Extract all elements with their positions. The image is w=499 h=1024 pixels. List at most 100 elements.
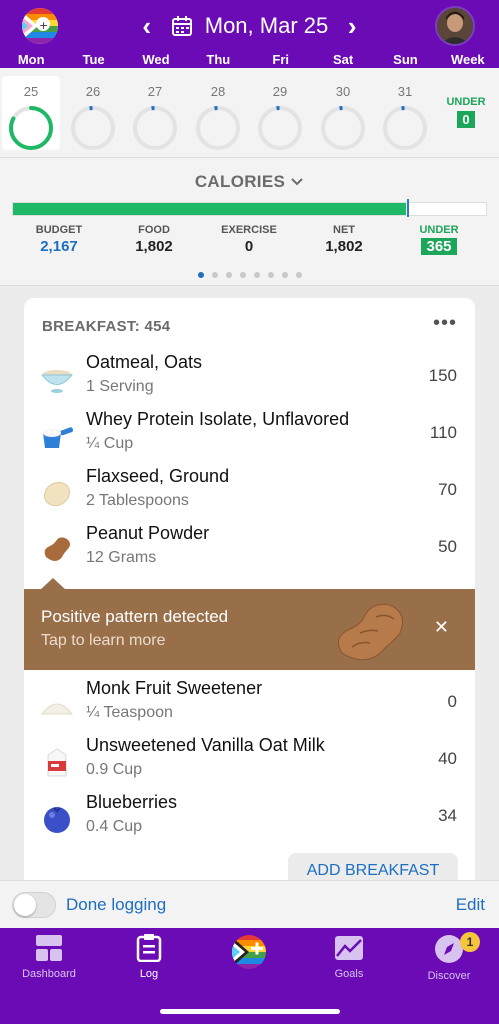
day-cell-29[interactable]: 29 (251, 76, 309, 150)
stat-value: 2,167 (40, 238, 78, 255)
food-serving: 0.4 Cup (86, 818, 143, 835)
edit-button[interactable]: Edit (456, 895, 485, 915)
peanut-icon (44, 537, 70, 561)
food-calories: 40 (438, 749, 457, 768)
nav-dashboard[interactable]: Dashboard (4, 934, 94, 980)
stat-value: 1,802 (325, 238, 363, 255)
day-cell-30[interactable]: 30 (314, 76, 372, 150)
stat-net[interactable]: NET 1,802 (299, 224, 389, 255)
page-dot[interactable] (295, 272, 302, 278)
food-calories: 50 (438, 537, 457, 556)
done-logging-toggle[interactable] (12, 892, 56, 918)
day-progress-ring (133, 105, 177, 150)
food-name: Monk Fruit Sweetener (86, 678, 263, 698)
day-label-fri[interactable]: Fri (250, 52, 312, 67)
page-dot[interactable] (253, 272, 260, 278)
day-cell-28[interactable]: 28 (189, 76, 247, 150)
nav-log[interactable]: Log (104, 934, 194, 980)
day-cell-25[interactable]: 25 (2, 76, 60, 150)
done-logging-bar: Done logging Edit (0, 880, 499, 928)
nav-label: Dashboard (22, 968, 76, 980)
page-dot[interactable] (225, 272, 232, 278)
day-progress-ring (321, 105, 365, 150)
day-progress-ring (258, 105, 302, 150)
day-label-thu[interactable]: Thu (187, 52, 249, 67)
weekday-labels: Mon Tue Wed Thu Fri Sat Sun Week (0, 52, 499, 67)
food-name: Flaxseed, Ground (86, 466, 230, 486)
food-calories: 150 (428, 366, 457, 385)
top-header: + ‹ Mon, Mar 25 › Mon Tue Wed Thu Fri Sa… (0, 0, 499, 68)
nav-add[interactable] (204, 934, 294, 976)
close-icon[interactable]: ✕ (434, 617, 449, 638)
stat-label: EXERCISE (221, 224, 277, 236)
food-item-peanut-powder[interactable]: Peanut Powder 12 Grams 50 (24, 521, 475, 577)
stat-exercise[interactable]: EXERCISE 0 (204, 224, 294, 255)
page-dot[interactable] (197, 272, 204, 278)
banner-subtitle: Tap to learn more (41, 632, 166, 649)
current-date[interactable]: Mon, Mar 25 (205, 13, 329, 39)
next-day-button[interactable]: › (340, 13, 364, 39)
breakfast-card: BREAKFAST: 454 ••• Oatmeal, Oats 1 Servi… (24, 298, 475, 898)
stat-value: 0 (244, 238, 254, 255)
day-label-sat[interactable]: Sat (312, 52, 374, 67)
food-item-oat-milk[interactable]: Unsweetened Vanilla Oat Milk 0.9 Cup 40 (24, 733, 475, 789)
budget-marker (407, 199, 409, 217)
day-cell-26[interactable]: 26 (64, 76, 122, 150)
stat-budget[interactable]: BUDGET 2,167 (14, 224, 104, 255)
day-cell-27[interactable]: 27 (126, 76, 184, 150)
calories-dropdown[interactable]: CALORIES (0, 172, 499, 192)
food-item-whey-protein[interactable]: Whey Protein Isolate, Unflavored ¼ Cup 1… (24, 407, 475, 463)
calories-panel: CALORIES BUDGET 2,167 FOOD 1,802 EXERCIS… (0, 158, 499, 286)
week-under-summary[interactable]: UNDER 0 (443, 96, 489, 129)
day-progress-ring (9, 106, 53, 150)
page-dot[interactable] (267, 272, 274, 278)
home-indicator[interactable] (160, 1009, 340, 1014)
day-label-sun[interactable]: Sun (374, 52, 436, 67)
blueberry-icon (44, 807, 70, 833)
food-name: Whey Protein Isolate, Unflavored (86, 409, 350, 429)
page-indicator[interactable] (0, 272, 499, 278)
dashboard-icon (36, 935, 62, 961)
day-number: 29 (272, 84, 288, 99)
stat-value: 365 (421, 238, 457, 255)
page-dot[interactable] (211, 272, 218, 278)
clipboard-icon (136, 934, 162, 962)
done-logging-label[interactable]: Done logging (66, 895, 166, 915)
food-name: Peanut Powder (86, 523, 210, 543)
day-progress-ring (71, 105, 115, 150)
bottom-navigation: Dashboard Log Goals 1 Discover (0, 928, 499, 1024)
nav-discover[interactable]: 1 Discover (404, 932, 494, 982)
calendar-icon[interactable] (171, 15, 193, 37)
food-serving: 0.9 Cup (86, 761, 143, 778)
stat-label: NET (333, 224, 355, 236)
avatar[interactable] (435, 6, 475, 46)
food-serving: 12 Grams (86, 549, 157, 566)
day-progress-ring (196, 105, 240, 150)
food-serving: 1 Serving (86, 378, 154, 395)
food-calories: 0 (447, 692, 457, 711)
food-name: Unsweetened Vanilla Oat Milk (86, 735, 325, 755)
previous-day-button[interactable]: ‹ (135, 13, 159, 39)
page-dot[interactable] (281, 272, 288, 278)
food-calories: 34 (438, 806, 457, 825)
stat-food[interactable]: FOOD 1,802 (109, 224, 199, 255)
stat-under[interactable]: UNDER 365 (394, 224, 484, 256)
week-strip: 25 26 27 28 29 30 31 UNDER 0 (0, 68, 499, 158)
food-item-oatmeal[interactable]: Oatmeal, Oats 1 Serving 150 (24, 350, 475, 406)
page-dot[interactable] (239, 272, 246, 278)
calories-progress-fill (13, 203, 406, 215)
day-label-wed[interactable]: Wed (125, 52, 187, 67)
food-item-flaxseed[interactable]: Flaxseed, Ground 2 Tablespoons 70 (24, 464, 475, 520)
day-label-mon[interactable]: Mon (0, 52, 62, 67)
notification-badge: 1 (460, 932, 480, 952)
day-progress-ring (383, 105, 427, 150)
food-item-monk-fruit[interactable]: Monk Fruit Sweetener ¼ Teaspoon 0 (24, 676, 475, 732)
food-item-blueberries[interactable]: Blueberries 0.4 Cup 34 (24, 790, 475, 846)
day-cell-31[interactable]: 31 (376, 76, 434, 150)
more-options-button[interactable]: ••• (433, 312, 457, 335)
day-label-tue[interactable]: Tue (62, 52, 124, 67)
insight-banner[interactable]: Positive pattern detected Tap to learn m… (24, 578, 475, 670)
stat-label: UNDER (419, 224, 459, 236)
nav-goals[interactable]: Goals (304, 934, 394, 980)
day-label-week[interactable]: Week (437, 52, 499, 67)
